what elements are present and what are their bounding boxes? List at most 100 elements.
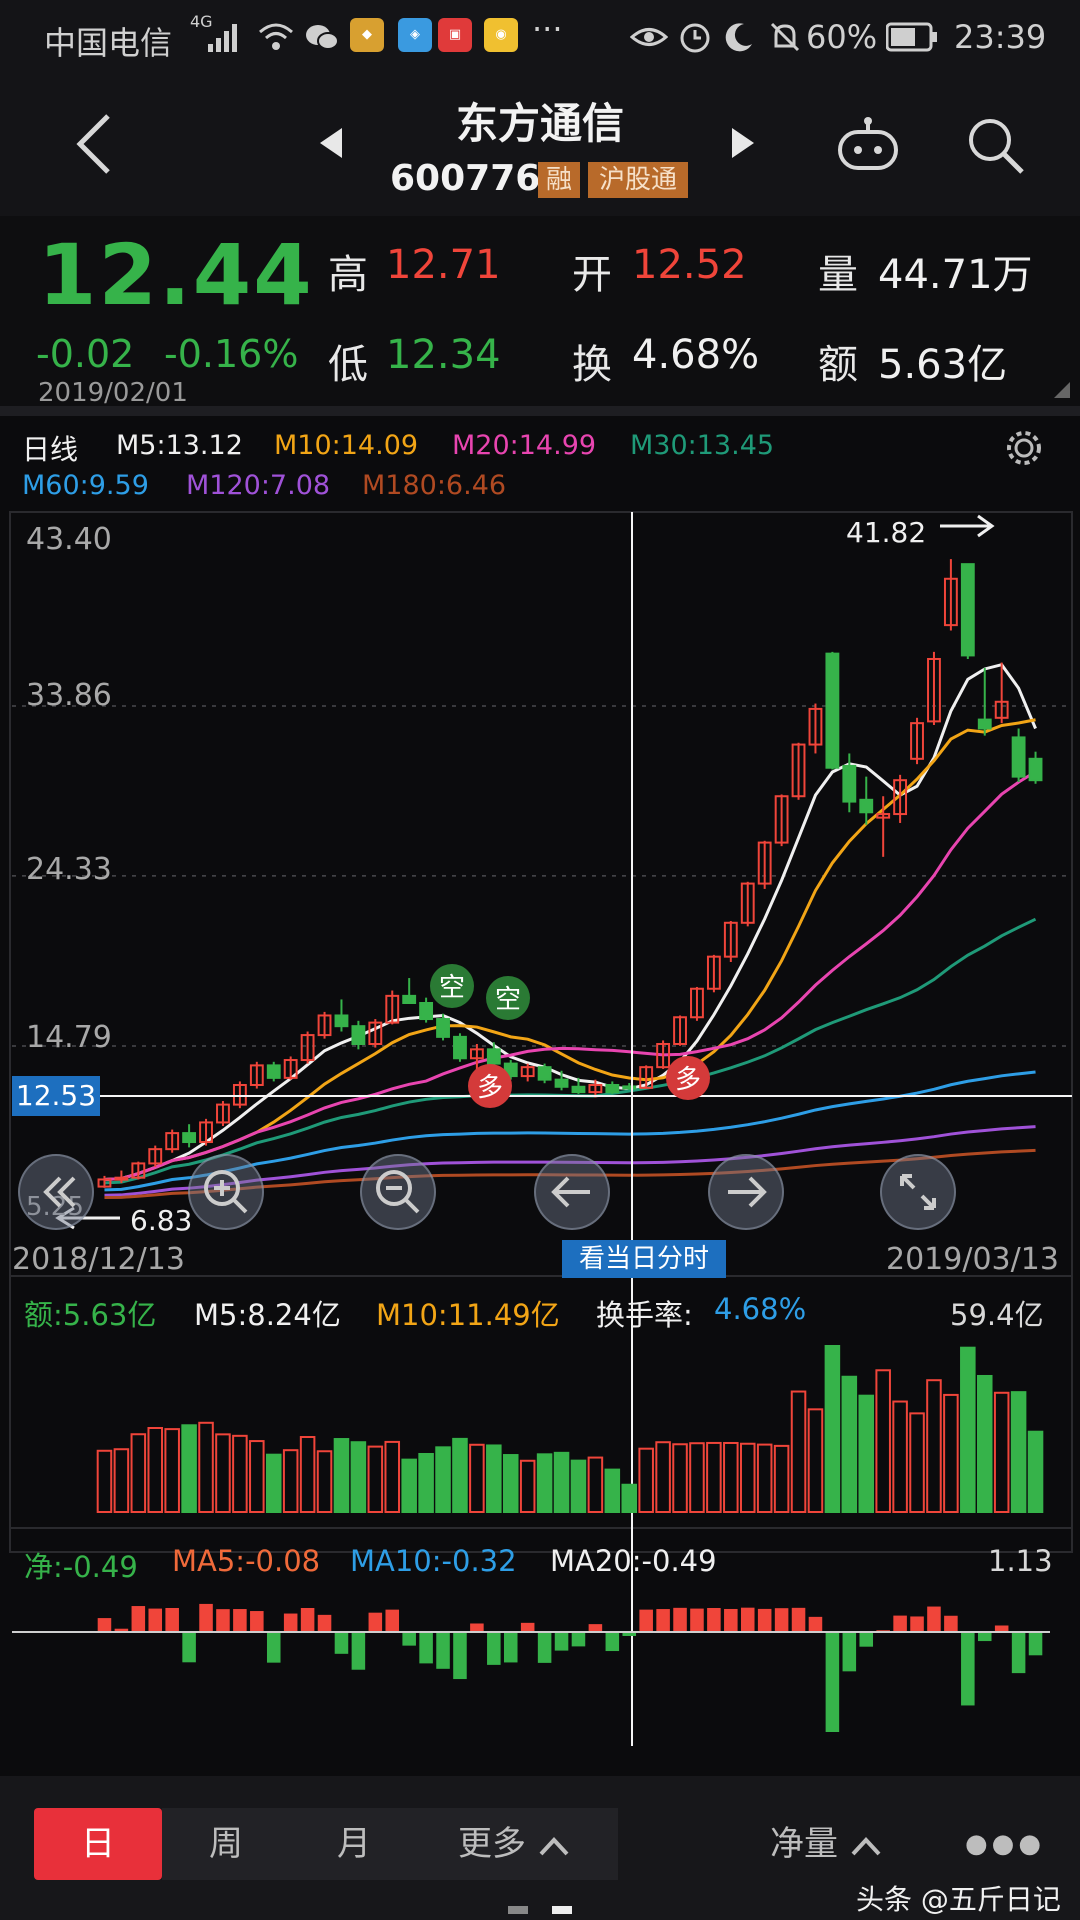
stock-header: 东方通信 600776 融 沪股通 bbox=[0, 76, 1080, 216]
netflow-bar bbox=[131, 1606, 146, 1632]
zoom-out-button[interactable] bbox=[360, 1154, 436, 1230]
netflow-bar bbox=[182, 1632, 196, 1663]
fullscreen-button[interactable] bbox=[880, 1154, 956, 1230]
volume-bar bbox=[587, 1456, 604, 1513]
netflow-bar bbox=[334, 1632, 349, 1654]
more-notifications-icon: ··· bbox=[532, 10, 563, 48]
scroll-right-button[interactable] bbox=[708, 1154, 784, 1230]
candle-body bbox=[436, 1018, 450, 1038]
candle-body bbox=[1011, 736, 1026, 778]
scroll-left-button[interactable] bbox=[534, 1154, 610, 1230]
net-volume-selector[interactable]: 净量 bbox=[770, 1808, 920, 1880]
zoom-in-icon bbox=[204, 1170, 248, 1214]
next-stock-icon[interactable] bbox=[730, 126, 756, 160]
search-icon[interactable] bbox=[966, 116, 1026, 176]
volume-amount: 额:5.63亿 bbox=[24, 1298, 157, 1332]
short-signal-label: 空 bbox=[495, 985, 521, 1015]
arrow-left-icon bbox=[551, 1176, 590, 1208]
battery-percent: 60% bbox=[806, 18, 878, 56]
tab-more-label: 更多 bbox=[458, 1824, 526, 1864]
volume-bar bbox=[316, 1450, 333, 1514]
netflow-bar bbox=[436, 1632, 450, 1669]
robot-assistant-icon[interactable] bbox=[836, 116, 900, 172]
netflow-bar bbox=[300, 1608, 315, 1632]
tab-more[interactable]: 更多 bbox=[418, 1808, 618, 1880]
tab-week[interactable]: 周 bbox=[162, 1808, 290, 1880]
expand-corner-icon[interactable] bbox=[1052, 380, 1072, 400]
netflow-bar bbox=[453, 1632, 467, 1680]
watermark: 头条 @五斤日记 bbox=[856, 1883, 1061, 1916]
volume-bar bbox=[672, 1443, 688, 1514]
date-start: 2018/12/13 bbox=[12, 1242, 185, 1277]
volume-m5: M5:8.24亿 bbox=[194, 1298, 341, 1332]
wechat-icon bbox=[306, 25, 339, 50]
netflow-bar bbox=[402, 1632, 416, 1646]
netflow-bar bbox=[165, 1608, 179, 1632]
volume-bar bbox=[960, 1346, 976, 1513]
netflow-bar bbox=[283, 1613, 298, 1632]
back-icon[interactable] bbox=[74, 112, 114, 176]
netflow-bar bbox=[148, 1608, 163, 1632]
turnover-value: 4.68% bbox=[632, 332, 760, 378]
netflow-bar bbox=[673, 1607, 687, 1632]
candle-body bbox=[1028, 757, 1043, 782]
netflow-bar bbox=[1011, 1632, 1026, 1674]
volume-bar bbox=[536, 1453, 553, 1514]
volume-bar bbox=[249, 1440, 265, 1514]
volume-bar bbox=[773, 1444, 790, 1513]
netflow-bar bbox=[910, 1616, 924, 1632]
volume-bar bbox=[367, 1445, 384, 1513]
netflow-bar bbox=[520, 1622, 535, 1632]
view-intraday-button[interactable]: 看当日分时 bbox=[562, 1240, 726, 1278]
open-value: 12.52 bbox=[632, 242, 747, 288]
date-end: 2019/03/13 bbox=[886, 1242, 1059, 1277]
collapse-button[interactable] bbox=[18, 1154, 94, 1230]
high-value: 12.71 bbox=[386, 242, 501, 288]
tab-day[interactable]: 日 bbox=[34, 1808, 162, 1880]
volume-bar bbox=[909, 1412, 925, 1514]
netflow-ma20: MA20:-0.49 bbox=[550, 1544, 717, 1578]
weibo-app-icon: ◉ bbox=[484, 18, 518, 52]
candle-body bbox=[554, 1078, 569, 1088]
stock-connect-tag: 沪股通 bbox=[588, 162, 688, 198]
long-signal-label: 多 bbox=[675, 1065, 701, 1095]
ma20-line bbox=[104, 770, 1037, 1181]
candle-body bbox=[334, 1014, 349, 1028]
volume-bar bbox=[1010, 1391, 1027, 1514]
candle-body bbox=[537, 1066, 552, 1081]
expand-icon bbox=[900, 1174, 936, 1210]
chevron-up-icon bbox=[851, 1836, 881, 1855]
netflow-bar bbox=[216, 1609, 230, 1632]
volume-bar bbox=[384, 1440, 401, 1513]
candle-body bbox=[266, 1064, 281, 1079]
netflow-bar bbox=[977, 1632, 992, 1642]
netflow-bar bbox=[724, 1608, 738, 1632]
volume-bar bbox=[926, 1379, 942, 1514]
volume-bar bbox=[486, 1444, 502, 1514]
kline-canvas[interactable]: 空空多 多 bbox=[0, 416, 1080, 1776]
amount-value: 5.63亿 bbox=[878, 342, 1008, 388]
tiger-app-icon: ◆ bbox=[350, 18, 384, 52]
candle-body bbox=[842, 764, 857, 803]
netflow-bar bbox=[1028, 1632, 1043, 1656]
netflow-max: 1.13 bbox=[988, 1544, 1053, 1578]
netflow-bar bbox=[503, 1632, 518, 1663]
more-options-icon[interactable]: ●●● bbox=[950, 1808, 1060, 1880]
tab-month[interactable]: 月 bbox=[290, 1808, 418, 1880]
netflow-bar bbox=[961, 1632, 975, 1706]
zoom-in-button[interactable] bbox=[188, 1154, 264, 1230]
volume-bar bbox=[858, 1394, 875, 1514]
volume-bar bbox=[943, 1393, 959, 1513]
kline-chart-area[interactable]: 日线 M5:13.12 M10:14.09 M20:14.99 M30:13.4… bbox=[0, 416, 1080, 1776]
volume-bar bbox=[113, 1448, 130, 1514]
crosshair-price-tag: 12.53 bbox=[12, 1076, 100, 1116]
wifi-icon bbox=[259, 23, 293, 50]
netflow-bar bbox=[791, 1607, 806, 1632]
y-label-max: 43.40 bbox=[26, 522, 112, 557]
netflow-bar bbox=[368, 1612, 383, 1632]
candle-body bbox=[605, 1083, 620, 1094]
prev-stock-icon[interactable] bbox=[318, 126, 344, 160]
candle-body bbox=[402, 994, 417, 1004]
carrier-label: 中国电信 bbox=[44, 24, 173, 62]
volume-bar bbox=[553, 1451, 570, 1514]
